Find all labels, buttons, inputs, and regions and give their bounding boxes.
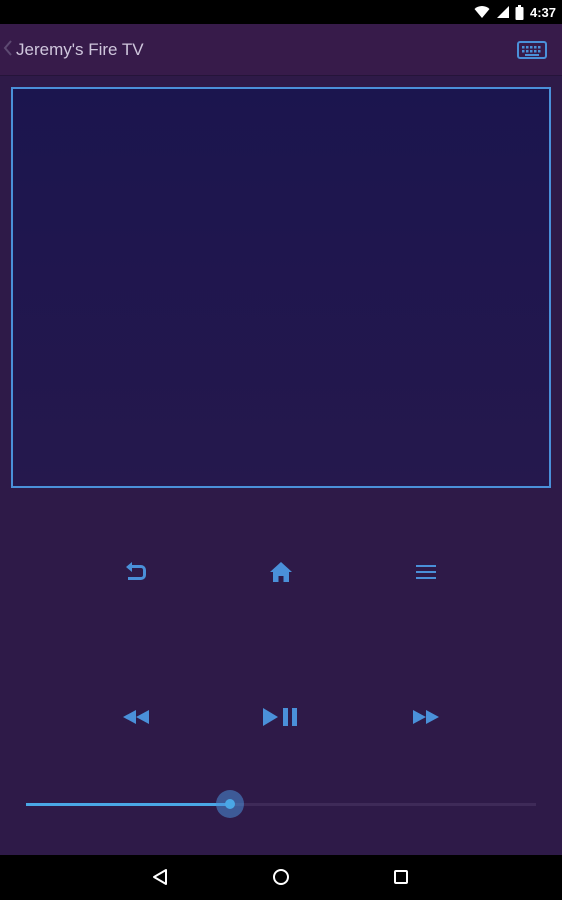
nav-bar [0,855,562,900]
app-bar: Jeremy's Fire TV [0,24,562,76]
fast-forward-button[interactable] [404,697,448,737]
nav-home-icon [273,869,289,885]
nav-recents-button[interactable] [381,857,421,897]
menu-button[interactable] [406,552,446,592]
wifi-icon [474,6,490,19]
home-button[interactable] [261,552,301,592]
nav-back-icon [153,869,167,885]
nav-recents-icon [394,870,408,884]
rewind-button[interactable] [114,697,158,737]
status-bar: 4:37 [0,0,562,24]
app-title: Jeremy's Fire TV [16,40,144,59]
seek-bar[interactable] [26,803,536,806]
home-icon [270,562,292,582]
play-pause-button[interactable] [256,697,306,737]
fast-forward-icon [413,710,439,724]
cell-signal-icon [496,6,509,18]
back-arrow-icon[interactable] [2,38,12,58]
menu-icon [416,565,436,579]
seek-bar-progress [26,803,230,806]
seek-thumb[interactable] [225,799,235,809]
status-time: 4:37 [529,4,556,20]
battery-icon [515,4,524,20]
touchpad-area[interactable] [11,87,551,488]
back-button[interactable] [116,552,156,592]
play-pause-icon [263,708,297,726]
keyboard-button[interactable] [514,38,550,62]
rewind-icon [123,710,149,724]
keyboard-icon [517,41,547,59]
nav-home-button[interactable] [261,857,301,897]
nav-back-button[interactable] [140,857,180,897]
back-icon [126,562,146,580]
status-icons: 4:37 [474,3,556,21]
